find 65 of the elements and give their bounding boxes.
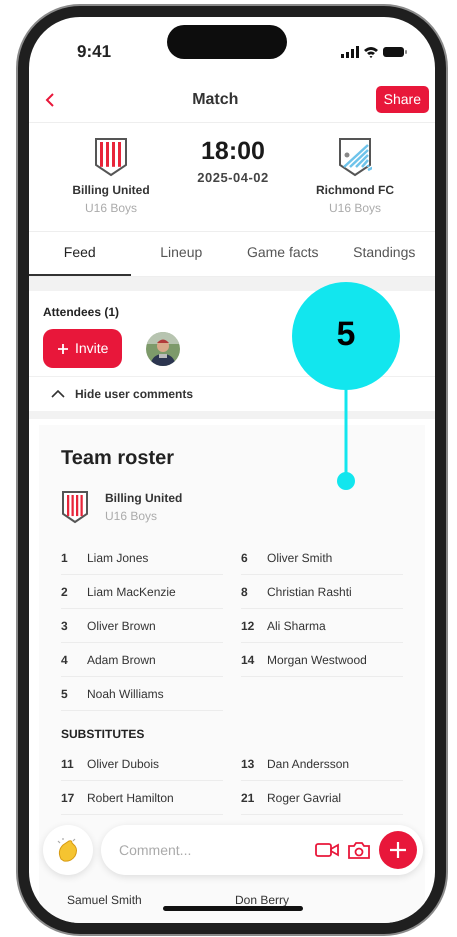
player-name: Oliver Smith (267, 550, 332, 566)
player-number: 6 (241, 550, 249, 566)
callout-number: 5 (336, 317, 356, 351)
section-label: SUBSTITUTES (61, 726, 146, 743)
photo-button[interactable] (347, 840, 371, 860)
player-number: 21 (241, 790, 253, 806)
battery-icon (383, 46, 407, 58)
video-button[interactable] (315, 842, 339, 858)
player-name: Oliver Brown (87, 618, 156, 634)
player-number: 12 (241, 618, 253, 634)
tab[interactable]: Lineup (130, 232, 232, 276)
team-group: U16 Boys (328, 199, 382, 217)
team-name: Billing United (72, 182, 150, 199)
player-number: 14 (241, 652, 253, 668)
team-group: U16 Boys (105, 507, 182, 525)
player-number: 1 (61, 550, 69, 566)
player-name: Liam MacKenzie (87, 584, 176, 600)
camera-icon (347, 840, 371, 860)
player-number: 3 (61, 618, 69, 634)
player-name: Dan Andersson (267, 756, 350, 772)
player-name: Noah Williams (87, 686, 164, 702)
kickoff-time: 18:00 (201, 139, 265, 164)
add-button[interactable] (379, 831, 417, 869)
share-button[interactable]: Share (376, 86, 429, 113)
player-name: Robert Hamilton (87, 790, 174, 806)
player-name: Roger Gavrial (267, 790, 342, 806)
player-name: Oliver Dubois (87, 756, 160, 772)
player-name: Ali Sharma (267, 618, 326, 634)
chevron-up-icon (51, 390, 65, 398)
player-name: Liam Jones (87, 550, 148, 566)
player-name: Don Berry (235, 892, 290, 909)
comment-bar[interactable]: Comment... (101, 825, 423, 875)
comment-field[interactable]: Comment... (117, 838, 307, 862)
match-date: 2025-04-02 (197, 169, 269, 187)
video-camera-icon (315, 842, 339, 858)
player-number: 17 (61, 790, 73, 806)
player-name: Christian Rashti (267, 584, 352, 600)
player-number: 13 (241, 756, 253, 772)
player-number: 11 (61, 756, 73, 772)
player-number: 4 (61, 652, 69, 668)
team-name: Richmond FC (316, 182, 394, 199)
shield-icon (338, 137, 372, 177)
player-name: Morgan Westwood (267, 652, 367, 668)
back-icon (45, 92, 55, 108)
shield-icon (61, 490, 89, 524)
plus-icon (389, 841, 407, 859)
invite-button[interactable]: Invite (43, 329, 122, 368)
player-number: 2 (61, 584, 69, 600)
player-number: 8 (241, 584, 249, 600)
player-name: Samuel Smith (67, 892, 143, 909)
attendees-label: Attendees (1) (43, 304, 120, 321)
plus-icon (57, 342, 69, 354)
shield-icon (94, 137, 128, 177)
player-number: 5 (61, 686, 69, 702)
back-button[interactable] (45, 92, 55, 108)
team-name: Billing United (105, 490, 182, 507)
player-name: Adam Brown (87, 652, 156, 668)
clock-time: 9:41 (77, 41, 112, 64)
page-title: Match (192, 90, 238, 110)
signal-icon (341, 46, 359, 58)
tab[interactable]: Game facts (232, 232, 334, 276)
team-group: U16 Boys (84, 199, 138, 217)
tab[interactable]: Standings (334, 232, 435, 276)
section-title: Team roster (61, 446, 176, 471)
wifi-icon (363, 46, 379, 58)
